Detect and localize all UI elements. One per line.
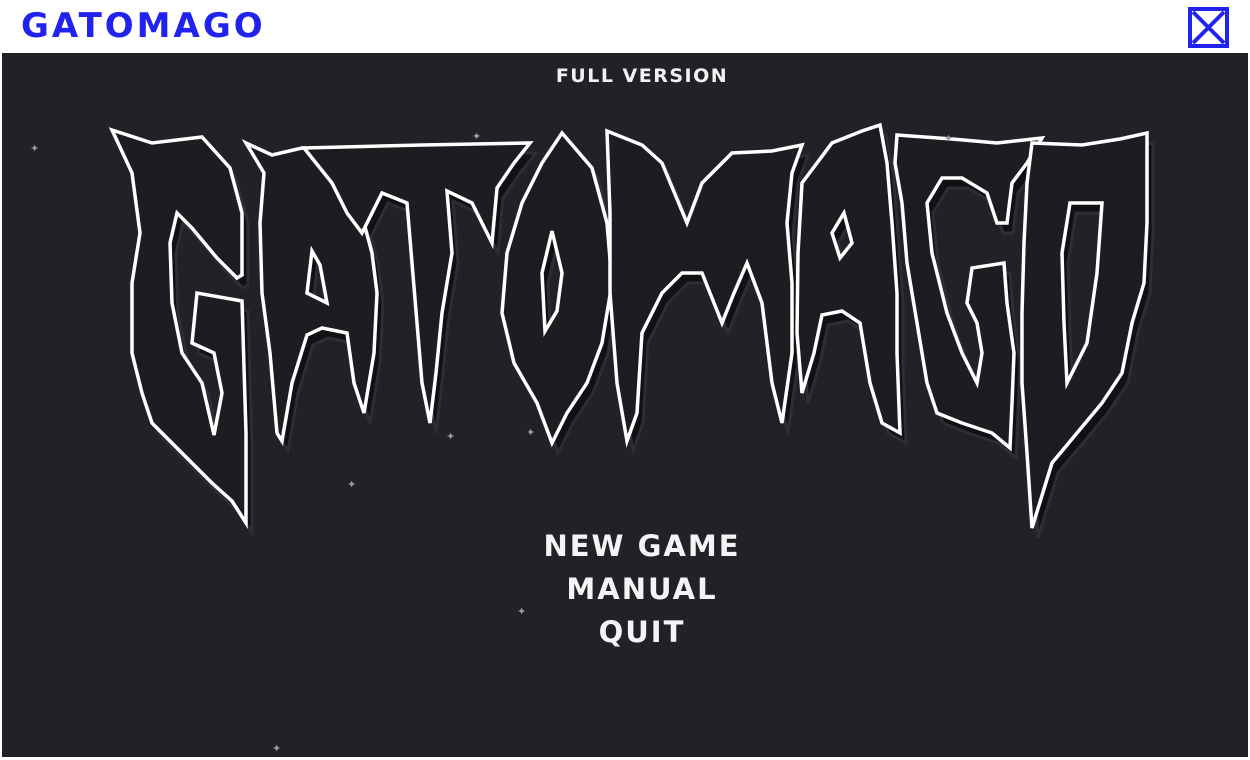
sparkle-icon: ✦ xyxy=(347,478,357,491)
close-icon xyxy=(1188,7,1229,48)
sparkle-icon: ✦ xyxy=(472,130,482,143)
main-menu: NEW GAME MANUAL QUIT xyxy=(2,525,1248,654)
title-bar: GATOMAGO xyxy=(0,0,1250,53)
menu-item-quit[interactable]: QUIT xyxy=(512,611,772,654)
sparkle-icon: ✦ xyxy=(526,426,536,439)
sparkle-icon: ✦ xyxy=(30,142,40,155)
sparkle-icon: ✦ xyxy=(272,742,282,755)
close-button[interactable] xyxy=(1188,7,1229,48)
menu-item-new-game[interactable]: NEW GAME xyxy=(512,525,772,568)
app-title: GATOMAGO xyxy=(21,6,266,46)
sparkle-icon: ✦ xyxy=(944,132,954,145)
menu-item-manual[interactable]: MANUAL xyxy=(512,568,772,611)
game-viewport[interactable]: FULL VERSION NEW GAME MANUAL QUIT ✦ ✦ ✦ … xyxy=(2,53,1248,757)
sparkle-icon: ✦ xyxy=(517,605,527,618)
sparkle-icon: ✦ xyxy=(446,430,456,443)
